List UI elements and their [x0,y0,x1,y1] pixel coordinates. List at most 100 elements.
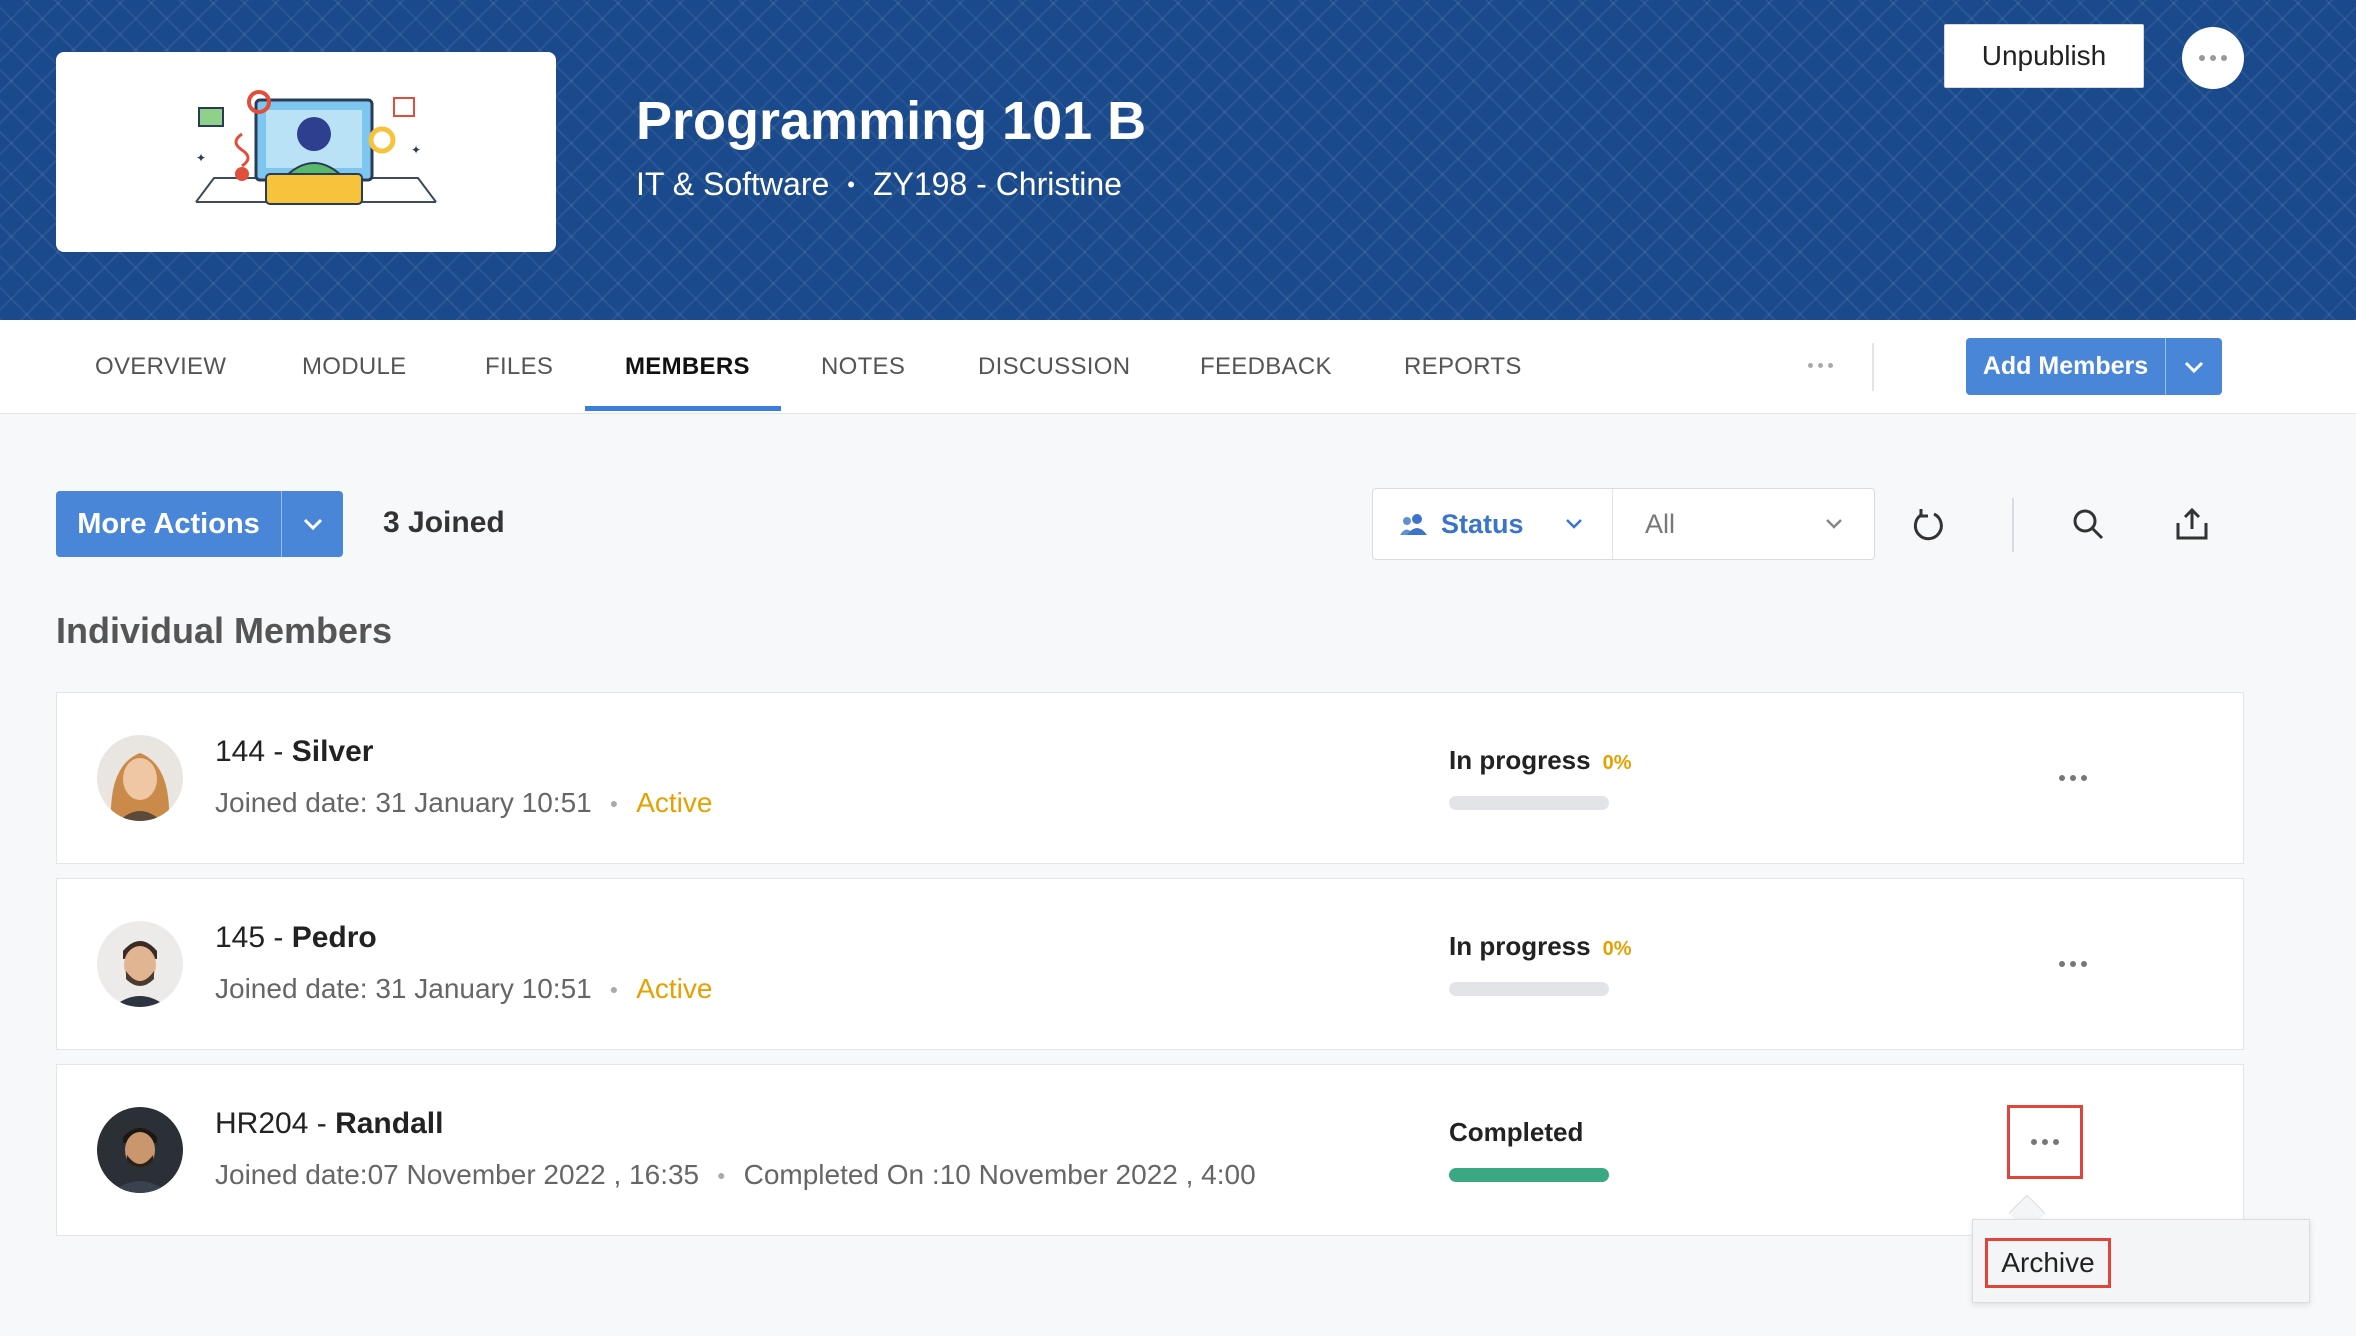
member-meta: Joined date:07 November 2022 , 16:35 ● C… [215,1159,1256,1191]
active-tab-indicator [585,406,781,411]
joined-date: Joined date: 31 January 10:51 [215,973,592,1004]
member-state: Active [636,787,713,818]
member-card: 144 - Silver Joined date: 31 January 10:… [56,692,2244,864]
avatar [97,735,183,821]
status-value: All [1645,508,1676,539]
progress-status: In progress [1449,745,1591,775]
member-first-name: Randall [335,1107,444,1140]
status-filter: Status All [1372,488,1875,560]
status-filter-label: Status [1441,508,1524,539]
course-thumbnail: ✦ ✦ [56,52,556,252]
progress-status: Completed [1449,1117,1584,1147]
member-state: Active [636,973,713,1004]
avatar [97,921,183,1007]
add-members-dropdown[interactable] [2165,338,2222,395]
member-name: 144 - Silver [215,735,374,768]
tab-members[interactable]: MEMBERS [625,320,750,414]
avatar [97,1107,183,1193]
member-more-button[interactable] [2047,758,2099,798]
ellipsis-icon [2031,1139,2059,1145]
more-actions-label[interactable]: More Actions [56,491,281,557]
course-code-owner: ZY198 - Christine [872,166,1122,202]
divider [1872,343,1874,391]
member-id: 144 [215,735,266,768]
joined-date: Joined date: 31 January 10:51 [215,787,592,818]
export-button[interactable] [2170,502,2214,546]
banner-more-button[interactable] [2182,27,2244,89]
tab-overview[interactable]: OVERVIEW [95,320,226,414]
archive-menu-item[interactable]: Archive [1985,1238,2111,1288]
member-first-name: Silver [291,735,374,768]
chevron-down-icon [1826,519,1842,529]
section-title: Individual Members [56,610,393,651]
progress-block: Completed [1449,1117,1609,1182]
member-id: 145 [215,921,266,954]
member-photo [97,1107,183,1193]
more-actions-dropdown[interactable] [281,491,343,557]
member-name: HR204 - Randall [215,1107,444,1140]
course-title: Programming 101 B [636,91,1147,151]
tab-feedback[interactable]: FEEDBACK [1200,320,1332,414]
tabs-more-button[interactable] [1800,350,1840,380]
member-context-menu: Archive [1972,1219,2310,1303]
programmer-illustration: ✦ ✦ [195,90,437,205]
refresh-button[interactable] [1906,503,1950,547]
divider [2012,498,2014,552]
progress-fill [1449,1168,1609,1182]
ellipsis-icon [2199,55,2227,61]
upload-icon [2176,507,2208,540]
ellipsis-icon [2059,961,2087,967]
course-subtitle: IT & Software • ZY198 - Christine [636,166,1122,203]
tab-notes[interactable]: NOTES [821,320,905,414]
separator-dot: ● [609,981,619,997]
member-more-button[interactable] [2047,944,2099,984]
joined-date: Joined date:07 November 2022 , 16:35 [215,1159,700,1190]
users-icon [1400,514,1427,535]
member-card: 145 - Pedro Joined date: 31 January 10:5… [56,878,2244,1050]
member-meta: Joined date: 31 January 10:51 ● Active [215,973,712,1005]
refresh-icon [1913,509,1943,541]
progress-percent: 0% [1602,938,1632,960]
joined-count: 3 Joined [383,506,505,539]
ellipsis-icon [1807,362,1833,368]
separator-dot: ● [609,795,619,811]
svg-text:✦: ✦ [196,151,206,165]
chevron-down-icon [303,518,322,531]
member-name: 145 - Pedro [215,921,377,954]
add-members-button[interactable]: Add Members [1966,338,2222,395]
tab-discussion[interactable]: DISCUSSION [978,320,1130,414]
progress-block: In progress 0% [1449,931,1632,996]
course-category: IT & Software [636,166,830,202]
tab-module[interactable]: MODULE [302,320,406,414]
member-more-button[interactable] [2007,1105,2083,1179]
progress-percent: 0% [1602,752,1632,774]
add-members-label[interactable]: Add Members [1966,338,2165,395]
tab-files[interactable]: FILES [485,320,553,414]
progress-bar [1449,982,1609,996]
search-button[interactable] [2066,502,2110,546]
chevron-down-icon [1565,519,1582,529]
chevron-down-icon [2184,361,2204,373]
progress-bar [1449,796,1609,810]
tab-reports[interactable]: REPORTS [1404,320,1522,414]
status-value-select[interactable]: All [1613,509,1874,540]
member-card: HR204 - Randall Joined date:07 November … [56,1064,2244,1236]
progress-block: In progress 0% [1449,745,1632,810]
course-banner: ✦ ✦ Programming 101 B IT & Software • ZY… [0,0,2356,320]
svg-text:✦: ✦ [411,143,421,157]
member-meta: Joined date: 31 January 10:51 ● Active [215,787,712,819]
status-filter-field[interactable]: Status [1373,489,1613,559]
member-id: HR204 [215,1107,309,1140]
member-first-name: Pedro [291,921,377,954]
ellipsis-icon [2059,775,2087,781]
progress-status: In progress [1449,931,1591,961]
member-photo [97,735,183,821]
separator-dot: ● [717,1167,726,1183]
member-photo [97,921,183,1007]
completed-on: Completed On :10 November 2022 , 4:00 [743,1159,1256,1190]
unpublish-button[interactable]: Unpublish [1944,24,2144,88]
progress-bar [1449,1168,1609,1182]
more-actions-button[interactable]: More Actions [56,491,343,557]
separator-dot: • [847,171,855,197]
search-icon [2073,509,2104,540]
